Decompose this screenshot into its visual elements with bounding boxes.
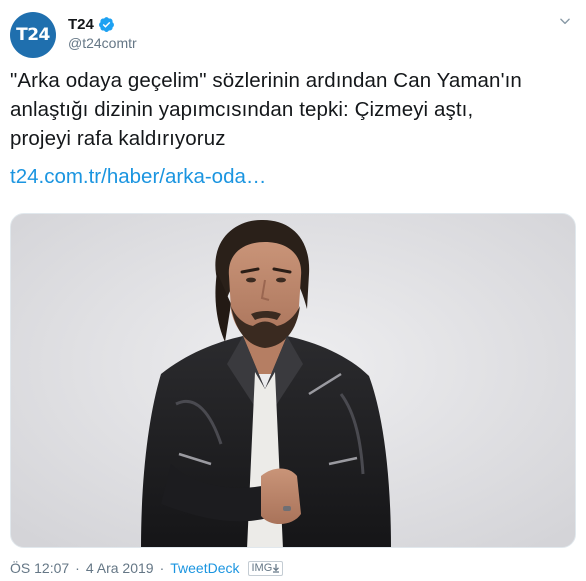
separator: · [75,560,80,576]
avatar[interactable]: T24 [10,12,56,58]
img-badge[interactable]: IMG [248,560,284,576]
tweet-source[interactable]: TweetDeck [170,560,239,576]
name-row: T24 [68,14,115,34]
tweet-text-line: projeyi rafa kaldırıyoruz [10,127,226,150]
photo-man-leather-jacket [11,214,575,547]
separator: · [159,560,165,576]
chevron-down-icon[interactable] [558,14,572,28]
tweet-footer: ÖS 12:07 · 4 Ara 2019 · TweetDeck IMG [10,559,284,577]
tweet-text-line: "Arka odaya geçelim" sözlerinin ardından… [10,69,522,92]
avatar-text: T24 [16,25,50,45]
tweet-time[interactable]: ÖS 12:07 [10,560,69,576]
img-badge-label: IMG [251,561,273,574]
tweet-text: "Arka odaya geçelim" sözlerinin ardından… [10,66,576,153]
verified-badge-icon [98,16,114,32]
tweet: T24 T24 @t24comtr "Arka odaya geçelim" s… [0,0,586,581]
download-arrow-icon [273,564,280,573]
display-name[interactable]: T24 [68,16,94,33]
handle[interactable]: @t24comtr [68,35,137,51]
media-photo[interactable] [10,213,576,548]
tweet-text-line: anlaştığı dizinin yapımcısından tepki: Ç… [10,98,474,121]
article-link[interactable]: t24.com.tr/haber/arka-oda… [10,162,266,191]
tweet-date[interactable]: 4 Ara 2019 [86,560,154,576]
